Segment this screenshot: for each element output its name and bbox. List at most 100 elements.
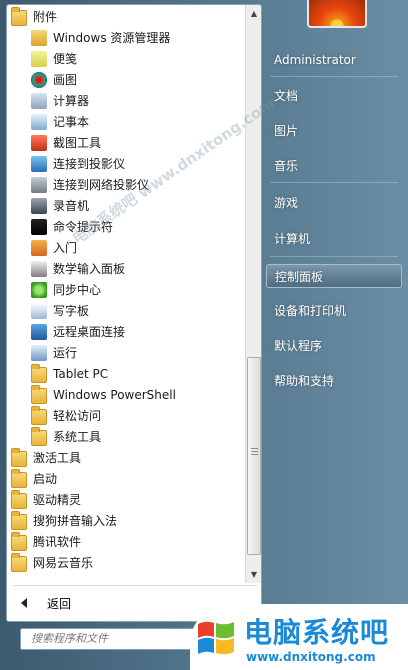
run-icon bbox=[31, 344, 47, 361]
program-item-label: 入门 bbox=[53, 241, 78, 255]
right-menu-item[interactable]: 图片 bbox=[266, 119, 402, 143]
program-item-label: 连接到投影仪 bbox=[53, 157, 126, 171]
program-item-label: 计算器 bbox=[53, 94, 90, 108]
program-item[interactable]: 便笺 bbox=[7, 48, 245, 69]
math-input-icon bbox=[31, 260, 47, 277]
program-item-label: 远程桌面连接 bbox=[53, 325, 126, 339]
program-scrollbar[interactable]: ▲ ▼ bbox=[245, 5, 261, 583]
program-item[interactable]: 运行 bbox=[7, 342, 245, 363]
program-item-label: 记事本 bbox=[53, 115, 90, 129]
program-item-label: 附件 bbox=[33, 10, 58, 24]
program-item[interactable]: 数学输入面板 bbox=[7, 258, 245, 279]
program-folder-item[interactable]: 启动 bbox=[7, 468, 245, 489]
user-avatar[interactable] bbox=[307, 0, 367, 28]
program-item[interactable]: 画图 bbox=[7, 69, 245, 90]
right-menu-item[interactable]: 计算机 bbox=[266, 227, 402, 251]
right-menu-item[interactable]: 控制面板 bbox=[266, 264, 402, 288]
program-item[interactable]: 同步中心 bbox=[7, 279, 245, 300]
scroll-up-arrow-icon[interactable]: ▲ bbox=[246, 5, 261, 22]
program-folder-item[interactable]: 激活工具 bbox=[7, 447, 245, 468]
projector-icon bbox=[31, 155, 47, 172]
microphone-icon bbox=[31, 197, 47, 214]
right-menu-item[interactable]: 游戏 bbox=[266, 191, 402, 215]
back-label: 返回 bbox=[47, 596, 72, 611]
program-folder-item[interactable]: 附件 bbox=[7, 6, 245, 27]
snipping-tool-icon bbox=[31, 134, 47, 151]
program-item[interactable]: 命令提示符 bbox=[7, 216, 245, 237]
right-menu-item[interactable]: 帮助和支持 bbox=[266, 369, 402, 393]
back-arrow-icon bbox=[21, 598, 27, 608]
program-item-label: 轻松访问 bbox=[53, 409, 102, 423]
program-item-label: Tablet PC bbox=[53, 366, 109, 381]
program-folder-item[interactable]: 轻松访问 bbox=[7, 405, 245, 426]
program-folder-item[interactable]: Tablet PC bbox=[7, 363, 245, 384]
program-folder-item[interactable]: 搜狗拼音输入法 bbox=[7, 510, 245, 531]
cmd-icon bbox=[31, 218, 47, 235]
sticky-notes-icon bbox=[31, 50, 47, 67]
right-menu-item[interactable]: 文档 bbox=[266, 84, 402, 108]
program-folder-item[interactable]: 腾讯软件 bbox=[7, 531, 245, 552]
scrollbar-thumb[interactable] bbox=[247, 357, 261, 555]
program-item[interactable]: Windows 资源管理器 bbox=[7, 27, 245, 48]
program-item-label: 运行 bbox=[53, 346, 78, 360]
program-item[interactable]: 计算器 bbox=[7, 90, 245, 111]
program-item-label: 搜狗拼音输入法 bbox=[33, 514, 118, 528]
right-separator bbox=[270, 76, 398, 77]
all-programs-panel: 附件 Windows 资源管理器 便笺 画图 计算器 记事本 截图工具 连接到投影仪 连接到网络… bbox=[6, 4, 262, 622]
folder-icon bbox=[11, 532, 27, 551]
program-folder-item[interactable]: 系统工具 bbox=[7, 426, 245, 447]
paint-icon bbox=[31, 71, 47, 88]
program-item-label: Windows 资源管理器 bbox=[53, 31, 171, 45]
wordpad-icon bbox=[31, 302, 47, 319]
folder-icon bbox=[11, 490, 27, 509]
notepad-icon bbox=[31, 113, 47, 130]
right-separator bbox=[270, 182, 398, 183]
folder-icon bbox=[31, 364, 47, 383]
right-menu-item[interactable]: 音乐 bbox=[266, 154, 402, 178]
panel-divider bbox=[13, 585, 257, 586]
folder-icon bbox=[11, 553, 27, 572]
program-item-label: 画图 bbox=[53, 73, 78, 87]
program-item-label: 写字板 bbox=[53, 304, 90, 318]
program-item[interactable]: 远程桌面连接 bbox=[7, 321, 245, 342]
program-folder-item[interactable]: 网易云音乐 bbox=[7, 552, 245, 573]
explorer-icon bbox=[31, 29, 47, 46]
right-separator bbox=[270, 256, 398, 257]
program-item-label: 数学输入面板 bbox=[53, 262, 126, 276]
folder-icon bbox=[11, 7, 27, 26]
folder-icon bbox=[31, 385, 47, 404]
program-tree: 附件 Windows 资源管理器 便笺 画图 计算器 记事本 截图工具 连接到投影仪 连接到网络… bbox=[7, 5, 245, 583]
program-item-label: 网易云音乐 bbox=[33, 556, 94, 570]
brand-name: 电脑系统吧 bbox=[244, 616, 390, 649]
program-item-label: 截图工具 bbox=[53, 136, 102, 150]
program-folder-item[interactable]: 驱动精灵 bbox=[7, 489, 245, 510]
remote-desktop-icon bbox=[31, 323, 47, 340]
scroll-grip-icon bbox=[251, 448, 258, 457]
program-item-label: 系统工具 bbox=[53, 430, 102, 444]
folder-icon bbox=[11, 448, 27, 467]
folder-icon bbox=[31, 427, 47, 446]
folder-icon bbox=[31, 406, 47, 425]
program-item-label: 腾讯软件 bbox=[33, 535, 82, 549]
network-projector-icon bbox=[31, 176, 47, 193]
calculator-icon bbox=[31, 92, 47, 109]
program-item-label: 驱动精灵 bbox=[33, 493, 82, 507]
windows-logo-icon bbox=[198, 621, 234, 655]
program-item-label: 同步中心 bbox=[53, 283, 102, 297]
program-item[interactable]: 入门 bbox=[7, 237, 245, 258]
program-item[interactable]: 记事本 bbox=[7, 111, 245, 132]
program-item-label: Windows PowerShell bbox=[53, 387, 176, 402]
right-menu-item[interactable]: 设备和打印机 bbox=[266, 299, 402, 323]
program-folder-item[interactable]: Windows PowerShell bbox=[7, 384, 245, 405]
program-item-label: 激活工具 bbox=[33, 451, 82, 465]
sync-icon bbox=[31, 281, 47, 298]
program-item-label: 启动 bbox=[33, 472, 58, 486]
user-folder-link[interactable]: Administrator bbox=[266, 48, 402, 72]
folder-icon bbox=[11, 469, 27, 488]
brand-url: www.dnxitong.com bbox=[246, 650, 376, 664]
right-menu-item[interactable]: 默认程序 bbox=[266, 334, 402, 358]
getting-started-icon bbox=[31, 239, 47, 256]
scroll-down-arrow-icon[interactable]: ▼ bbox=[246, 566, 261, 583]
folder-icon bbox=[11, 511, 27, 530]
program-item[interactable]: 写字板 bbox=[7, 300, 245, 321]
